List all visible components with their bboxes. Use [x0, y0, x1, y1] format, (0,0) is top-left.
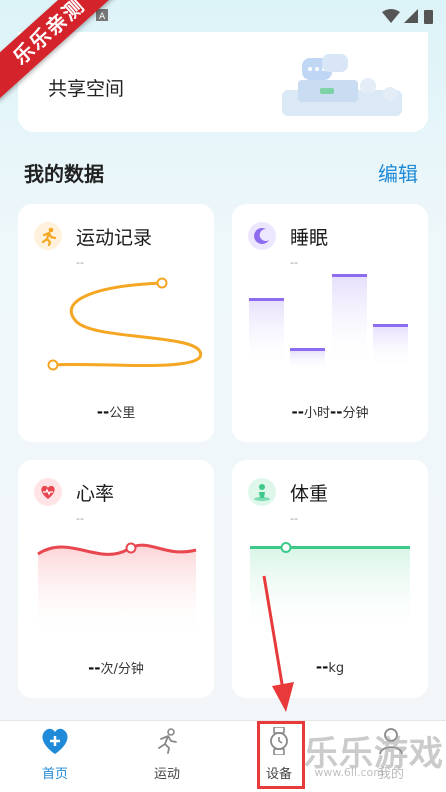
my-data-title: 我的数据 — [24, 162, 104, 186]
exercise-subtitle: -- — [76, 256, 84, 269]
heart-rate-value: --次/分钟 — [88, 659, 144, 677]
exercise-title: 运动记录 — [76, 227, 153, 249]
nav-home[interactable]: 首页 — [10, 727, 100, 782]
exercise-record-card[interactable]: 运动记录 -- --公里 — [18, 204, 214, 442]
nav-sport-label: 运动 — [153, 767, 180, 782]
running-icon — [34, 222, 62, 250]
battery-icon — [424, 10, 433, 24]
signal-icon — [404, 9, 418, 23]
exercise-chart — [47, 277, 202, 371]
heart-rate-card[interactable]: 心率 -- --次/分钟 — [18, 460, 214, 698]
share-space-title: 共享空间 — [48, 78, 125, 100]
weight-title: 体重 — [290, 483, 329, 505]
heart-rate-subtitle: -- — [76, 512, 84, 525]
edit-button[interactable]: 编辑 — [378, 158, 418, 187]
weight-subtitle: -- — [290, 512, 298, 525]
annotation-arrow-icon — [262, 575, 294, 712]
home-heart-icon — [42, 728, 68, 754]
share-space-card[interactable]: 共享空间 — [18, 32, 428, 132]
heart-rate-title: 心率 — [76, 483, 115, 505]
app-notification-icon: A — [96, 9, 108, 21]
running-icon — [158, 728, 177, 754]
sleep-title: 睡眠 — [290, 227, 329, 249]
sleep-chart — [249, 274, 408, 370]
sleep-subtitle: -- — [290, 256, 298, 269]
heart-icon — [34, 478, 62, 506]
nav-home-label: 首页 — [41, 767, 68, 782]
sleep-card[interactable]: 睡眠 -- --小时--分钟 — [232, 204, 428, 442]
exercise-value: --公里 — [96, 403, 136, 421]
svg-text:A: A — [99, 12, 106, 21]
heart-rate-chart — [37, 542, 197, 638]
scale-icon — [248, 478, 276, 506]
watermark-url: www.6ll.com — [314, 766, 384, 779]
moon-icon — [248, 222, 276, 250]
wifi-icon — [382, 9, 400, 23]
share-illustration-icon — [282, 54, 402, 116]
device-highlight-box — [257, 721, 305, 789]
nav-sport[interactable]: 运动 — [122, 727, 212, 782]
sleep-value: --小时--分钟 — [291, 403, 369, 421]
